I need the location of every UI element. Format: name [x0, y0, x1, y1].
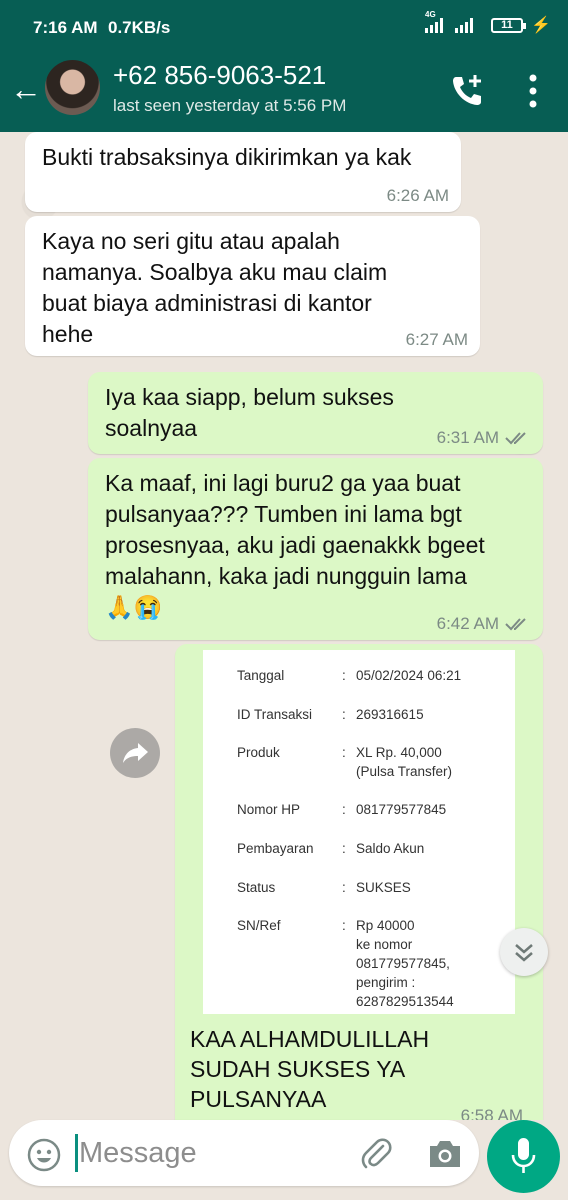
receipt-label: SN/Ref	[237, 918, 281, 933]
receipt-label: Produk	[237, 745, 280, 760]
read-ticks-icon	[505, 617, 526, 630]
receipt-value: 05/02/2024 06:21	[356, 668, 462, 683]
message-time: 6:31 AM	[436, 428, 499, 447]
battery-icon: 11	[491, 18, 526, 33]
camera-icon[interactable]	[427, 1138, 463, 1170]
receipt-label: Pembayaran	[237, 841, 314, 856]
charging-icon: ⚡	[531, 17, 551, 34]
message-bubble-outgoing[interactable]: Ka maaf, ini lagi buru2 ga yaa buat puls…	[88, 458, 543, 640]
message-time: 6:27 AM	[405, 330, 468, 349]
chevron-double-down-icon	[515, 944, 533, 962]
image-message-bubble[interactable]: Tanggal:05/02/2024 06:21 ID Transaksi:26…	[175, 644, 543, 1120]
text-caret	[75, 1134, 78, 1172]
voice-record-button[interactable]	[487, 1120, 560, 1193]
receipt-value: 269316615	[356, 707, 424, 722]
emoji-icon[interactable]	[27, 1138, 61, 1172]
receipt-value: 081779577845	[356, 802, 447, 817]
network-speed: 0.7KB/s	[108, 18, 171, 37]
back-arrow-icon[interactable]: ←	[10, 73, 42, 105]
read-ticks-icon	[505, 431, 526, 444]
message-text: Iya kaa siapp, belum sukses soalnyaa	[105, 384, 394, 441]
chat-area[interactable]: Bukti trabsaksinya dikirimkan ya kak 6:2…	[0, 132, 568, 1120]
forward-icon	[123, 743, 148, 763]
forward-button[interactable]	[110, 728, 160, 778]
signal-icon-2	[455, 17, 473, 33]
message-bubble-outgoing[interactable]: Iya kaa siapp, belum sukses soalnyaa 6:3…	[88, 372, 543, 454]
receipt-value: Saldo Akun	[356, 841, 425, 856]
message-input-container[interactable]: Message	[9, 1120, 479, 1186]
status-time: 7:16 AM	[33, 18, 98, 37]
scroll-to-bottom-button[interactable]	[500, 928, 548, 976]
signal-indicators: 4G	[425, 10, 473, 33]
image-caption: KAA ALHAMDULILLAH SUDAH SUKSES YA PULSAN…	[190, 1026, 430, 1112]
message-time: 6:42 AM	[436, 614, 499, 633]
last-seen-text: last seen yesterday at 5:56 PM	[113, 96, 347, 115]
signal-icon	[425, 17, 443, 33]
status-bar: 7:16 AM 0.7KB/s 4G 11 ⚡	[0, 0, 568, 56]
receipt-label: Nomor HP	[237, 802, 301, 817]
add-call-icon[interactable]	[448, 72, 486, 110]
message-text: Kaya no seri gitu atau apalah namanya. S…	[42, 228, 388, 347]
message-bubble-incoming[interactable]: Kaya no seri gitu atau apalah namanya. S…	[25, 216, 480, 356]
message-input-bar: Message	[0, 1120, 568, 1200]
receipt-label: Tanggal	[237, 668, 285, 683]
receipt-label: ID Transaksi	[237, 707, 313, 722]
avatar[interactable]	[45, 60, 100, 115]
message-input[interactable]: Message	[79, 1137, 197, 1170]
chat-header: ← +62 856-9063-521 last seen yesterday a…	[0, 56, 568, 132]
receipt-value: Rp 40000 ke nomor 081779577845, pengirim…	[356, 918, 454, 1009]
network-type: 4G	[425, 10, 436, 19]
message-time: 6:58 AM	[460, 1106, 523, 1120]
transaction-receipt-image[interactable]: Tanggal:05/02/2024 06:21 ID Transaksi:26…	[203, 650, 515, 1014]
receipt-label: Status	[237, 880, 276, 895]
message-bubble-incoming[interactable]: Bukti trabsaksinya dikirimkan ya kak 6:2…	[25, 132, 461, 212]
message-text: Bukti trabsaksinya dikirimkan ya kak	[42, 144, 412, 170]
attach-icon[interactable]	[359, 1136, 393, 1170]
receipt-value: SUKSES	[356, 880, 411, 895]
mic-icon	[511, 1138, 536, 1173]
message-text: Ka maaf, ini lagi buru2 ga yaa buat puls…	[105, 470, 485, 620]
contact-name[interactable]: +62 856-9063-521	[113, 60, 326, 91]
receipt-value: XL Rp. 40,000 (Pulsa Transfer)	[356, 745, 453, 779]
battery-level: 11	[501, 19, 513, 31]
message-time: 6:26 AM	[386, 186, 449, 205]
overflow-menu-icon[interactable]	[526, 72, 540, 110]
